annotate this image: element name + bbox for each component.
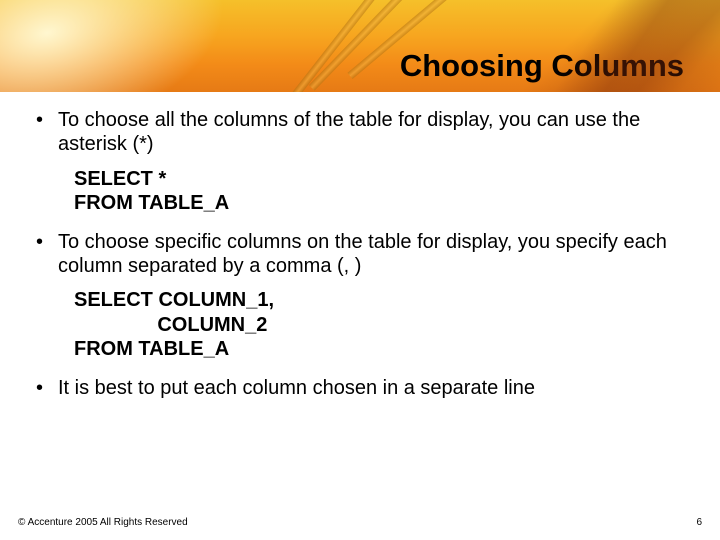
- slide-title: Choosing Columns: [400, 48, 684, 84]
- bullet-item: To choose all the columns of the table f…: [28, 108, 692, 157]
- code-block-select-columns: SELECT COLUMN_1, COLUMN_2 FROM TABLE_A: [74, 288, 692, 361]
- decorative-pencil: [309, 0, 426, 91]
- bullet-item: To choose specific columns on the table …: [28, 230, 692, 279]
- bullet-item: It is best to put each column chosen in …: [28, 376, 692, 400]
- bullet-text: To choose specific columns on the table …: [58, 231, 667, 277]
- bullet-text: To choose all the columns of the table f…: [58, 109, 640, 155]
- footer-copyright: © Accenture 2005 All Rights Reserved: [18, 517, 188, 528]
- slide-content: To choose all the columns of the table f…: [0, 92, 720, 400]
- header-banner: Choosing Columns: [0, 0, 720, 92]
- bullet-text: It is best to put each column chosen in …: [58, 377, 535, 399]
- decorative-pencil: [281, 0, 386, 92]
- page-number: 6: [696, 517, 702, 528]
- code-block-select-all: SELECT * FROM TABLE_A: [74, 167, 692, 216]
- decorative-pencil: [347, 0, 475, 79]
